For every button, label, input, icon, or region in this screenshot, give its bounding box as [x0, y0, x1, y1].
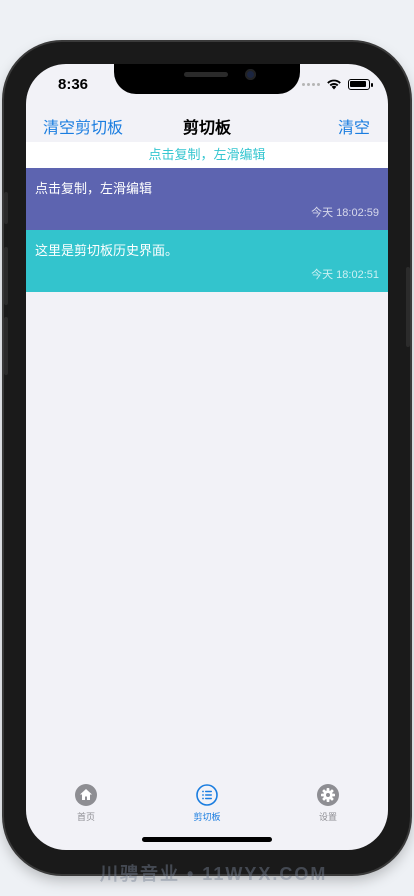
navigation-bar: 清空剪切板 剪切板 清空 — [26, 108, 388, 142]
tab-bar: 首页 剪切板 设置 — [26, 780, 388, 830]
speaker-grille — [184, 72, 228, 77]
clear-button[interactable]: 清空 — [338, 114, 370, 138]
tab-label: 首页 — [76, 812, 95, 822]
volume-down-button — [4, 317, 8, 375]
page: 8:36 清空剪切板 剪切板 清空 点击复制，左滑编辑 点击复制，左滑编辑 今天… — [0, 0, 414, 896]
page-title: 剪切板 — [182, 120, 231, 137]
wifi-icon — [327, 79, 341, 90]
tab-label: 设置 — [318, 812, 337, 822]
cellular-signal-icon — [302, 82, 320, 86]
clipboard-item-text: 点击复制，左滑编辑 — [35, 181, 153, 196]
status-bar: 8:36 — [26, 64, 388, 108]
mute-switch — [4, 192, 8, 224]
clipboard-item-text: 这里是剪切板历史界面。 — [35, 243, 179, 258]
clipboard-item-time: 今天 18:02:59 — [311, 207, 379, 219]
home-icon — [75, 784, 97, 806]
tab-settings[interactable]: 设置 — [288, 784, 368, 823]
home-indicator[interactable] — [142, 837, 272, 842]
watermark: 川骋音业 • 11WYX.COM — [100, 864, 328, 884]
tab-clipboard[interactable]: 剪切板 — [167, 784, 247, 823]
clipboard-item[interactable]: 点击复制，左滑编辑 今天 18:02:59 — [26, 168, 388, 230]
tab-home[interactable]: 首页 — [46, 784, 126, 823]
clipboard-item-time: 今天 18:02:51 — [311, 269, 379, 281]
side-button — [406, 267, 410, 347]
notch — [114, 64, 300, 94]
status-time: 8:36 — [58, 76, 89, 93]
app-screen: 8:36 清空剪切板 剪切板 清空 点击复制，左滑编辑 点击复制，左滑编辑 今天… — [26, 64, 388, 850]
clipboard-item[interactable]: 这里是剪切板历史界面。 今天 18:02:51 — [26, 230, 388, 292]
hint-text: 点击复制，左滑编辑 — [26, 142, 388, 168]
status-icons — [302, 78, 373, 90]
gear-icon — [317, 784, 339, 806]
tab-label: 剪切板 — [193, 812, 221, 822]
list-icon — [196, 784, 218, 806]
volume-up-button — [4, 247, 8, 305]
battery-icon — [348, 78, 373, 90]
front-camera — [245, 69, 256, 80]
